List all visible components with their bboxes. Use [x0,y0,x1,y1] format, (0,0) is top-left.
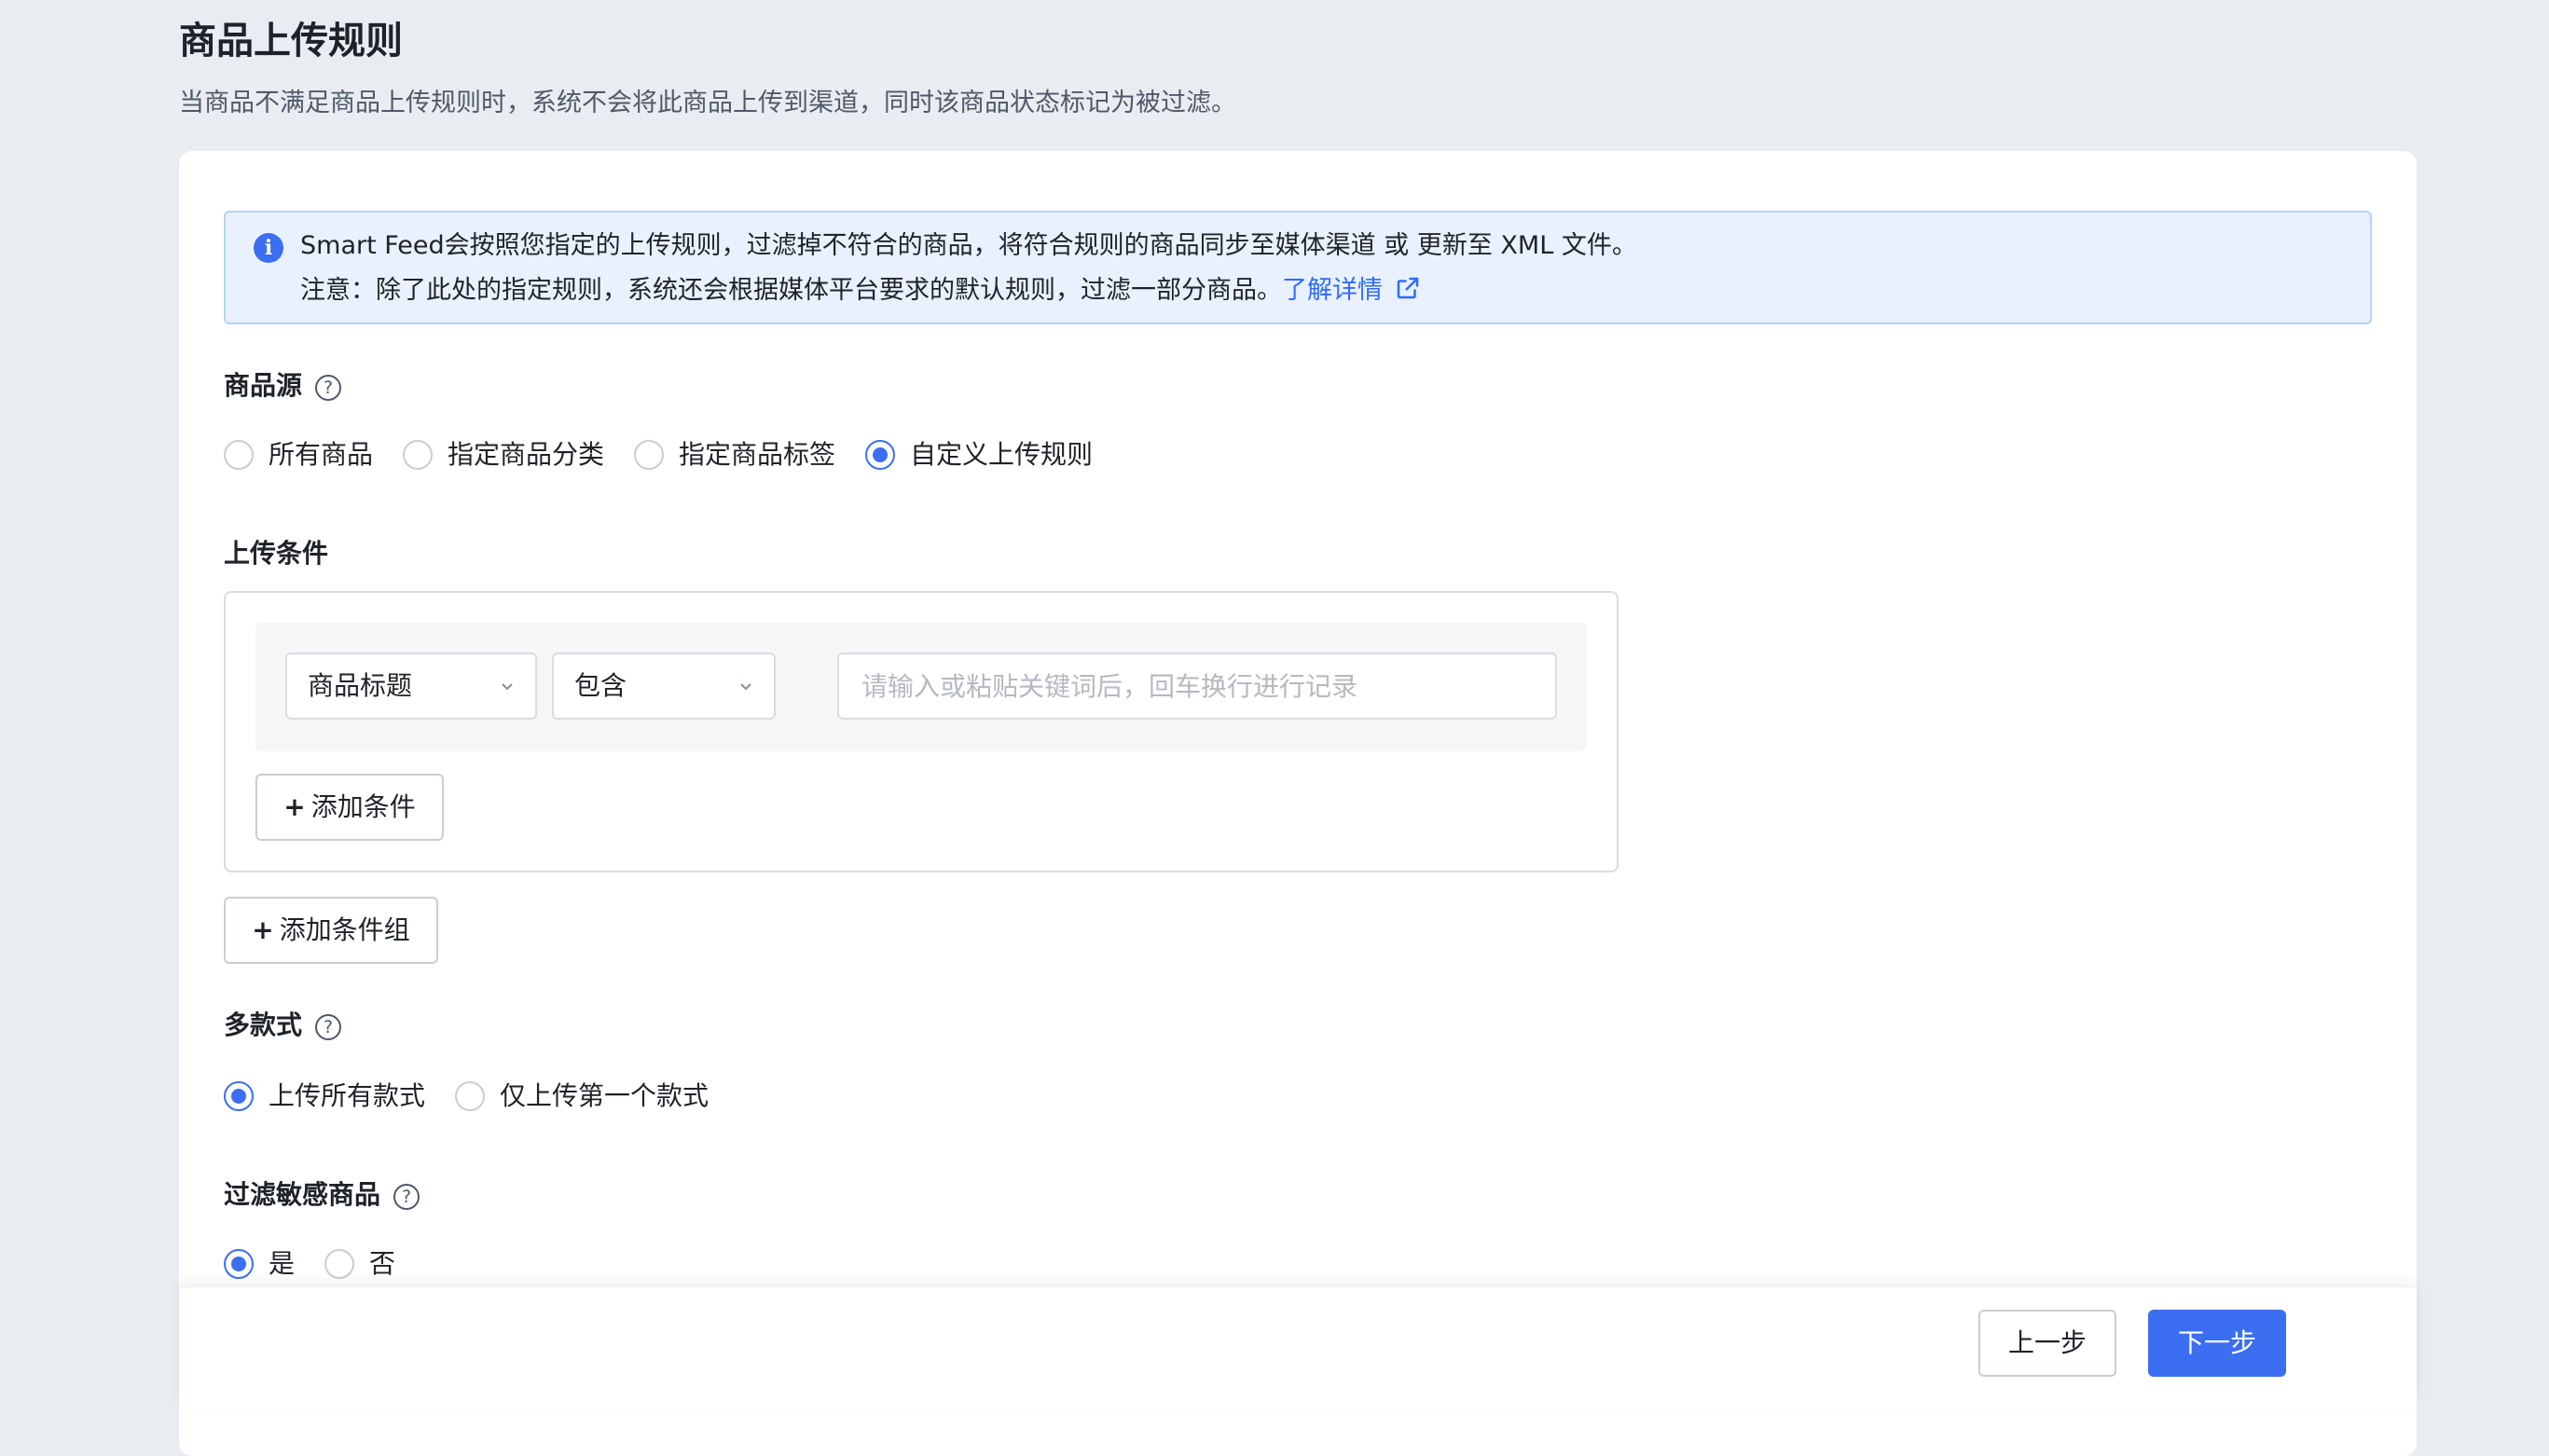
previous-step-button[interactable]: 上一步 [1978,1310,2116,1377]
external-link-icon[interactable] [1394,274,1422,302]
learn-more-label[interactable]: 了解详情 [1282,276,1383,305]
radio-specified-category[interactable]: 指定商品分类 [403,436,604,474]
radio-filter-no[interactable]: 否 [324,1245,395,1283]
field-select[interactable]: 商品标题 [285,652,537,720]
sensitive-filter-label: 过滤敏感商品? [224,1176,420,1214]
footer-bar: 上一步 下一步 [179,1286,2417,1408]
radio-label: 否 [369,1248,396,1279]
radio-label: 是 [269,1248,296,1279]
product-source-title: 商品源 [224,370,303,401]
upload-conditions-label: 上传条件 [224,538,329,569]
notice-line-2-text: 注意：除了此处的指定规则，系统还会根据媒体平台要求的默认规则，过滤一部分商品。 [300,276,1282,305]
radio-specified-tag[interactable]: 指定商品标签 [634,436,835,474]
info-notice: i Smart Feed会按照您指定的上传规则，过滤掉不符合的商品，将符合规则的… [224,211,2372,324]
operator-select-value: 包含 [574,670,627,701]
page-description: 当商品不满足商品上传规则时，系统不会将此商品上传到渠道，同时该商品状态标记为被过… [179,89,1236,117]
sensitive-filter-title: 过滤敏感商品 [224,1179,381,1210]
question-circle-icon[interactable]: ? [315,375,342,401]
radio-custom-rules[interactable]: 自定义上传规则 [865,436,1093,474]
radio-circle-checked[interactable] [865,440,896,470]
radio-label: 仅上传第一个款式 [500,1080,710,1111]
notice-line-2: 注意：除了此处的指定规则，系统还会根据媒体平台要求的默认规则，过滤一部分商品。了… [300,272,1422,309]
radio-circle[interactable] [634,440,665,470]
chevron-down-icon [740,683,751,691]
multi-variant-title: 多款式 [224,1010,303,1040]
next-step-button[interactable]: 下一步 [2148,1310,2286,1377]
condition-box: 商品标题 包含 +添加条件 [224,591,1619,872]
radio-upload-first-variant[interactable]: 仅上传第一个款式 [455,1078,709,1115]
question-circle-icon[interactable]: ? [393,1184,420,1210]
plus-icon: + [283,791,306,822]
radio-circle-checked[interactable] [224,1081,254,1111]
radio-circle[interactable] [324,1249,355,1279]
radio-upload-all-variants[interactable]: 上传所有款式 [224,1078,425,1115]
radio-circle[interactable] [455,1081,486,1111]
sensitive-filter-radio-group: 是 否 [224,1245,395,1283]
operator-select[interactable]: 包含 [552,652,776,720]
product-source-label: 商品源? [224,367,342,405]
radio-label: 上传所有款式 [269,1080,426,1111]
radio-circle-checked[interactable] [224,1249,254,1279]
rules-card: i Smart Feed会按照您指定的上传规则，过滤掉不符合的商品，将符合规则的… [179,151,2417,1456]
page-header: 商品上传规则 当商品不满足商品上传规则时，系统不会将此商品上传到渠道，同时该商品… [179,17,1236,121]
learn-more-link[interactable]: 了解详情 [1282,276,1422,305]
radio-filter-yes[interactable]: 是 [224,1245,295,1283]
radio-all-products[interactable]: 所有商品 [224,436,373,474]
multi-variant-radio-group: 上传所有款式 仅上传第一个款式 [224,1078,709,1115]
field-select-value: 商品标题 [308,670,413,701]
notice-line-1: Smart Feed会按照您指定的上传规则，过滤掉不符合的商品，将符合规则的商品… [300,231,1637,260]
radio-label: 指定商品分类 [448,439,605,470]
page-title: 商品上传规则 [179,20,403,62]
plus-icon: + [252,914,274,945]
radio-label: 所有商品 [269,439,374,470]
info-icon: i [254,233,283,263]
add-condition-group-button[interactable]: + 添加条件组 [224,897,438,964]
question-circle-icon[interactable]: ? [315,1014,342,1040]
product-source-radio-group: 所有商品 指定商品分类 指定商品标签 自定义上传规则 [224,436,1093,474]
radio-label: 指定商品标签 [679,439,836,470]
radio-circle[interactable] [224,440,254,470]
keyword-input[interactable] [837,652,1557,720]
add-condition-label: 添加条件 [310,791,416,822]
radio-circle[interactable] [403,440,434,470]
radio-label: 自定义上传规则 [910,439,1094,470]
add-condition-group-label: 添加条件组 [279,914,410,945]
add-condition-button[interactable]: + 添加条件 [255,774,444,841]
chevron-down-icon [502,683,513,691]
condition-row: 商品标题 包含 [255,623,1587,751]
multi-variant-label: 多款式? [224,1007,342,1044]
